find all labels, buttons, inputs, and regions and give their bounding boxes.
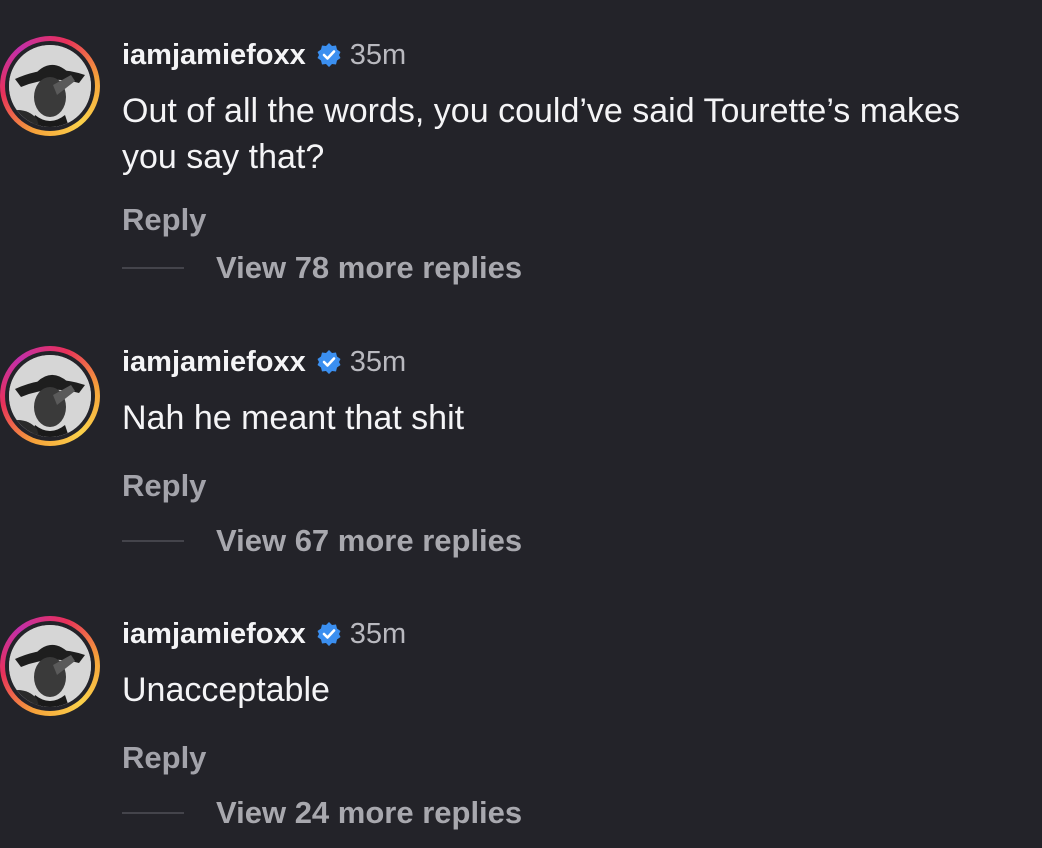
username[interactable]: iamjamiefoxx (122, 38, 306, 72)
comment-text: Out of all the words, you could’ve said … (122, 92, 960, 176)
verified-badge-icon (316, 349, 342, 375)
username[interactable]: iamjamiefoxx (122, 617, 306, 651)
reply-button[interactable]: Reply (122, 202, 206, 238)
comment-text: Nah he meant that shit (122, 399, 465, 437)
verified-badge-icon (316, 621, 342, 647)
view-replies-label: View 67 more replies (216, 523, 523, 558)
view-replies-button[interactable]: View 24 more replies (122, 795, 522, 831)
comment-text: Unacceptable (122, 671, 330, 709)
view-replies-label: View 24 more replies (216, 795, 523, 830)
reply-button[interactable]: Reply (122, 740, 206, 776)
timestamp: 35m (349, 39, 407, 71)
username[interactable]: iamjamiefoxx (122, 345, 306, 379)
verified-badge-icon (316, 42, 342, 68)
avatar-story-ring[interactable] (0, 36, 100, 136)
avatar[interactable] (9, 625, 91, 707)
view-replies-label: View 78 more replies (216, 250, 523, 285)
timestamp: 35m (349, 346, 407, 378)
timestamp: 35m (349, 618, 407, 650)
reply-button[interactable]: Reply (122, 468, 206, 504)
avatar-story-ring[interactable] (0, 616, 100, 716)
avatar[interactable] (9, 355, 91, 437)
replies-divider-line (122, 267, 184, 269)
avatar-story-ring[interactable] (0, 346, 100, 446)
replies-divider-line (122, 812, 184, 814)
view-replies-button[interactable]: View 67 more replies (122, 523, 522, 559)
replies-divider-line (122, 540, 184, 542)
view-replies-button[interactable]: View 78 more replies (122, 250, 522, 286)
avatar[interactable] (9, 45, 91, 127)
